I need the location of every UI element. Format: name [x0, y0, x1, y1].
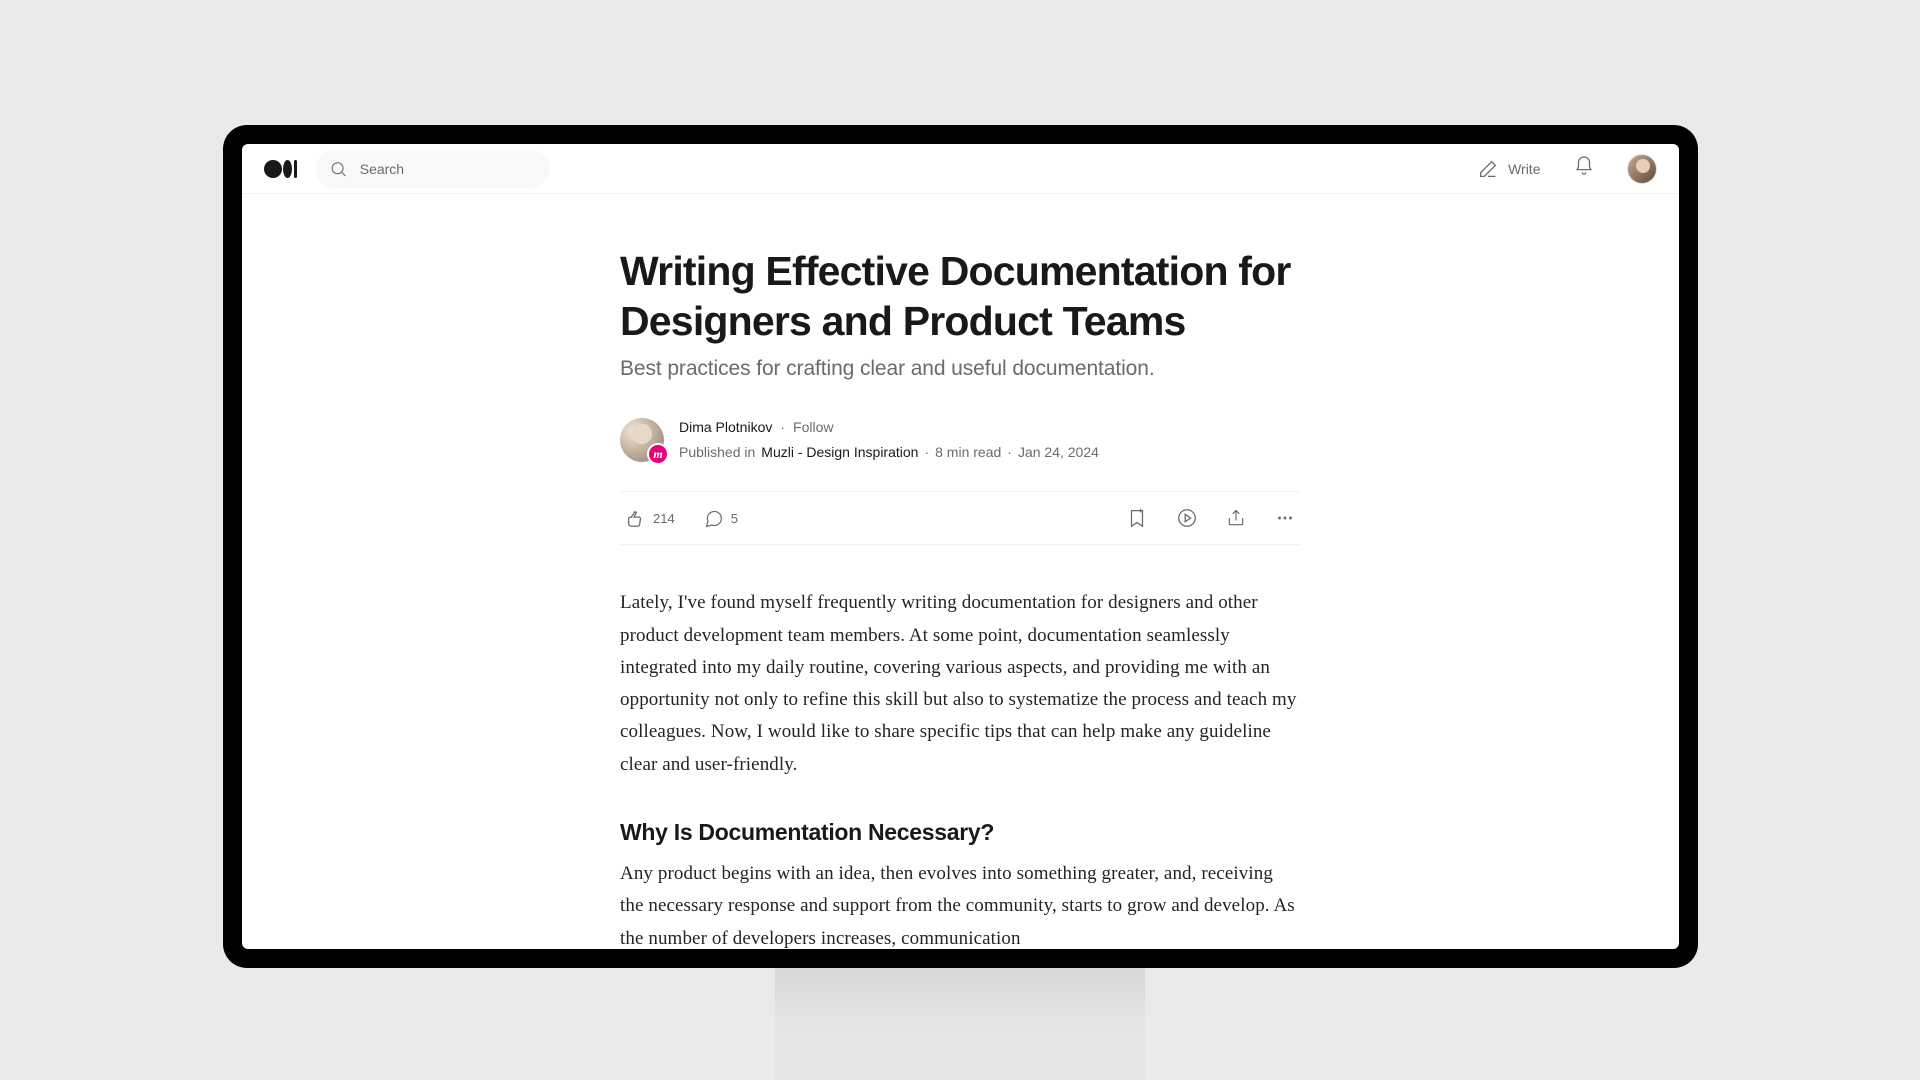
byline: m Dima Plotnikov · Follow Published in M…: [620, 417, 1300, 463]
share-icon: [1226, 508, 1246, 528]
article: Writing Effective Documentation for Desi…: [620, 194, 1300, 949]
listen-button[interactable]: [1176, 507, 1198, 529]
clap-count: 214: [653, 511, 675, 526]
search-input[interactable]: [360, 161, 536, 177]
clap-icon: [624, 507, 646, 529]
follow-button[interactable]: Follow: [793, 417, 833, 439]
bookmark-button[interactable]: [1126, 507, 1148, 529]
separator-dot: ·: [924, 442, 929, 464]
screen: Write Writing Effective Documentation fo…: [242, 144, 1679, 949]
share-button[interactable]: [1226, 508, 1246, 528]
write-icon: [1477, 158, 1499, 180]
action-bar: 214 5: [620, 491, 1300, 545]
comment-icon: [703, 508, 724, 529]
clap-button[interactable]: 214: [624, 507, 675, 529]
play-icon: [1176, 507, 1198, 529]
responses-count: 5: [731, 511, 738, 526]
publish-date: Jan 24, 2024: [1018, 442, 1099, 464]
medium-logo[interactable]: [264, 160, 298, 178]
separator-dot: ·: [780, 417, 785, 439]
byline-text: Dima Plotnikov · Follow Published in Muz…: [679, 417, 1099, 463]
read-time: 8 min read: [935, 442, 1001, 464]
author-avatar-wrap: m: [620, 418, 664, 462]
article-paragraph: Lately, I've found myself frequently wri…: [620, 587, 1300, 781]
bookmark-icon: [1126, 507, 1148, 529]
publication-name[interactable]: Muzli - Design Inspiration: [761, 442, 918, 464]
search-icon: [329, 158, 348, 180]
more-icon: [1274, 507, 1296, 529]
write-label: Write: [1508, 161, 1540, 177]
article-paragraph: Any product begins with an idea, then ev…: [620, 858, 1300, 949]
section-heading: Why Is Documentation Necessary?: [620, 819, 1300, 846]
article-title: Writing Effective Documentation for Desi…: [620, 246, 1300, 347]
bell-icon: [1573, 155, 1595, 177]
author-name[interactable]: Dima Plotnikov: [679, 417, 772, 439]
responses-button[interactable]: 5: [703, 508, 738, 529]
monitor-frame: Write Writing Effective Documentation fo…: [223, 125, 1698, 968]
user-avatar[interactable]: [1627, 154, 1657, 184]
write-button[interactable]: Write: [1477, 158, 1540, 180]
header: Write: [242, 144, 1679, 194]
publication-badge[interactable]: m: [647, 443, 669, 465]
article-subtitle: Best practices for crafting clear and us…: [620, 357, 1300, 381]
monitor-stand: [775, 968, 1145, 1080]
search-box[interactable]: [315, 150, 550, 188]
separator-dot: ·: [1007, 442, 1012, 464]
more-button[interactable]: [1274, 507, 1296, 529]
published-in-label: Published in: [679, 442, 755, 464]
notifications-button[interactable]: [1573, 155, 1595, 182]
